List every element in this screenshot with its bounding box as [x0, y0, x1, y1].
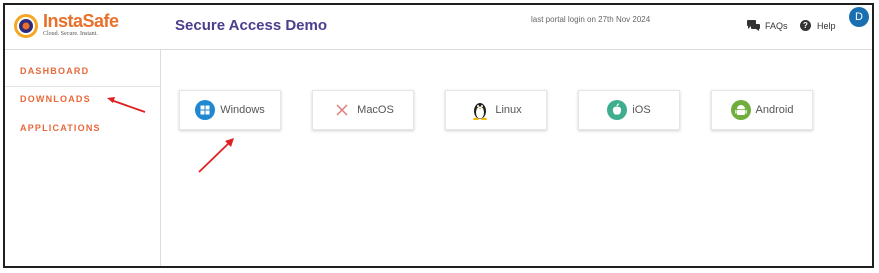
download-ios-button[interactable]: iOS [578, 90, 680, 130]
sidebar-item-applications[interactable]: APPLICATIONS [20, 123, 101, 133]
windows-icon [195, 100, 216, 120]
download-android-label: Android [755, 104, 794, 116]
user-avatar[interactable]: D [849, 7, 869, 27]
macos-x-icon [332, 100, 352, 120]
instasafe-logo[interactable]: InstaSafe Cloud. Secure. Instant. [13, 11, 119, 43]
download-windows-button[interactable]: Windows [179, 90, 281, 130]
logo-tagline: Cloud. Secure. Instant. [43, 31, 98, 37]
linux-penguin-icon [470, 100, 490, 120]
question-icon: ? [800, 20, 811, 31]
download-macos-label: MacOS [357, 104, 394, 116]
sidebar-item-dashboard[interactable]: DASHBOARD [20, 66, 89, 76]
app-window: InstaSafe Cloud. Secure. Instant. Secure… [3, 3, 874, 268]
faqs-link[interactable]: FAQs [747, 20, 788, 31]
download-linux-label: Linux [495, 104, 522, 116]
chat-bubbles-icon [747, 20, 760, 31]
annotation-arrow-windows [198, 138, 234, 173]
download-android-button[interactable]: Android [711, 90, 813, 130]
logo-emblem-icon [14, 14, 38, 38]
last-login-text: last portal login on 27th Nov 2024 [531, 15, 651, 24]
download-macos-button[interactable]: MacOS [312, 90, 414, 130]
help-link[interactable]: ? Help [800, 20, 836, 31]
sidebar-item-downloads[interactable]: DOWNLOADS [20, 94, 91, 104]
android-icon [730, 100, 751, 120]
logo-brand-text: InstaSafe [43, 11, 119, 31]
apple-icon [607, 100, 628, 120]
faqs-label: FAQs [765, 20, 788, 31]
top-header: InstaSafe Cloud. Secure. Instant. Secure… [5, 5, 872, 50]
help-label: Help [817, 20, 836, 31]
download-ios-label: iOS [632, 104, 651, 116]
download-linux-button[interactable]: Linux [445, 90, 547, 130]
annotation-arrow-downloads [107, 97, 146, 113]
sidebar-divider [5, 86, 160, 87]
download-windows-label: Windows [220, 104, 265, 116]
sidebar: DASHBOARD DOWNLOADS APPLICATIONS [5, 50, 161, 266]
page-title: Secure Access Demo [175, 17, 328, 34]
